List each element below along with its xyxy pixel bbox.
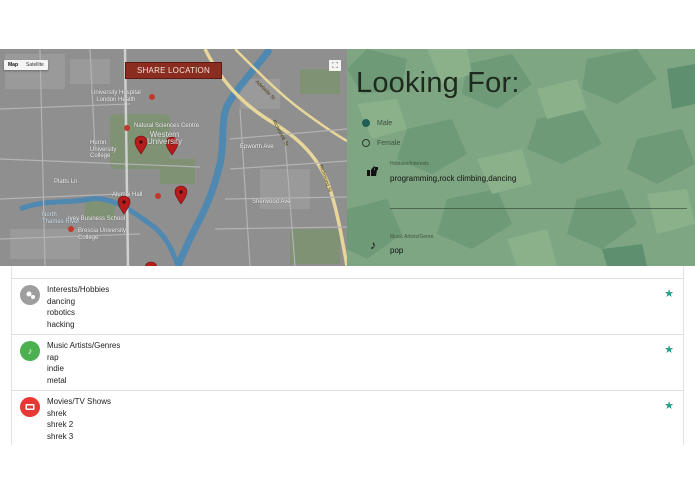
map-label-alumni: Alumni Hall xyxy=(112,192,143,198)
gender-option-male[interactable]: Male xyxy=(362,119,392,127)
list-item-line: metal xyxy=(47,376,67,385)
top-whitespace xyxy=(0,0,695,49)
star-icon[interactable]: ★ xyxy=(664,399,674,412)
list-item-line: shrek 3 xyxy=(47,432,74,441)
fullscreen-icon[interactable]: ⛶ xyxy=(329,60,341,71)
bottom-whitespace xyxy=(0,445,695,494)
list-item-line: hacking xyxy=(47,320,75,329)
music-note-icon: ♪ xyxy=(20,341,40,361)
map-type-satellite-button[interactable]: Satellite xyxy=(22,60,48,70)
map-graphics xyxy=(0,49,347,266)
gender-option-label: Male xyxy=(377,119,393,127)
radio-selected-icon[interactable] xyxy=(362,119,370,127)
map-type-map-button[interactable]: Map xyxy=(4,60,22,70)
map-label-huron: Huron University College xyxy=(90,140,117,159)
music-field-label: Music Artists/Genre xyxy=(390,234,434,240)
map-label-platts: Platts Ln xyxy=(54,179,78,185)
list-item-line: shrek 2 xyxy=(47,420,74,429)
hobbies-field-underline xyxy=(390,208,687,209)
hobbies-field-label: Hobbies/Interests xyxy=(390,161,429,167)
map-label-sherwood: Sherwood Ave xyxy=(252,199,291,205)
radio-unselected-icon[interactable] xyxy=(362,139,370,147)
music-note-icon: ♪ xyxy=(370,238,376,252)
map-label-brescia: Brescia University College xyxy=(78,228,127,241)
list-item-title: Interests/Hobbies xyxy=(47,285,110,294)
music-field-input[interactable]: pop xyxy=(390,246,403,255)
list-item-title: Movies/TV Shows xyxy=(47,397,112,406)
map-label-natural-sciences: Natural Sciences Centre xyxy=(134,123,200,129)
gender-option-label: Female xyxy=(377,139,401,147)
looking-for-heading: Looking For: xyxy=(356,67,520,99)
gender-option-female[interactable]: Female xyxy=(362,139,400,147)
list-item-title: Music Artists/Genres xyxy=(47,341,121,350)
profile-details-list: Interests/Hobbies dancing robotics hacki… xyxy=(11,266,684,445)
list-item-line: rap xyxy=(47,353,59,362)
interests-icon xyxy=(20,285,40,305)
list-item-line: dancing xyxy=(47,297,76,306)
star-icon[interactable]: ★ xyxy=(664,287,674,300)
map-label-epworth: Epworth Ave xyxy=(240,144,274,150)
map-view[interactable]: Map Satellite SHARE LOCATION ⛶ Universit… xyxy=(0,49,347,266)
thumbs-icon xyxy=(366,166,382,181)
share-location-button[interactable]: SHARE LOCATION xyxy=(125,62,222,79)
list-item-line: robotics xyxy=(47,308,76,317)
looking-for-panel: Looking For: Male Female Hobbies/Interes… xyxy=(347,49,695,266)
list-item-interests[interactable]: Interests/Hobbies dancing robotics hacki… xyxy=(12,278,683,334)
hobbies-field-input[interactable]: programming,rock climbing,dancing xyxy=(390,174,516,183)
map-label-north-thames: North Thames River xyxy=(42,212,80,225)
list-item-line: indie xyxy=(47,364,64,373)
star-icon[interactable]: ★ xyxy=(664,343,674,356)
map-label-hospital: University Hospital London Health xyxy=(91,90,141,103)
list-item-line: shrek xyxy=(47,409,67,418)
map-type-control: Map Satellite xyxy=(4,60,48,70)
map-label-western: Western University xyxy=(147,130,183,146)
list-item-music[interactable]: ♪ Music Artists/Genres rap indie metal ★ xyxy=(12,334,683,390)
list-item-movies[interactable]: Movies/TV Shows shrek shrek 2 shrek 3 ★ xyxy=(12,390,683,445)
tv-icon xyxy=(20,397,40,417)
